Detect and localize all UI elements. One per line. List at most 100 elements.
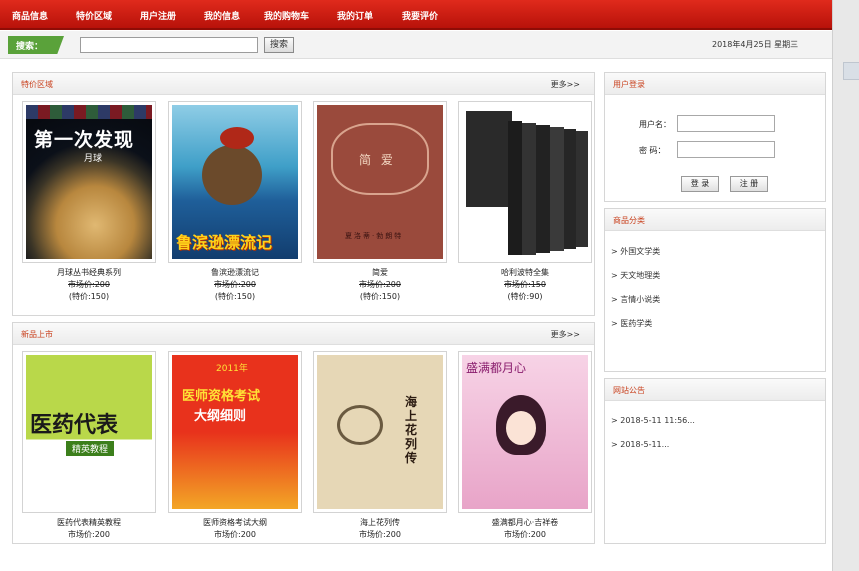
book-cover-frame[interactable] xyxy=(458,101,592,263)
category-panel: 商品分类 > 外国文学类 > 天文地理类 > 言情小说类 > 医药学类 xyxy=(604,208,826,372)
book-original-price: 市场价:200 xyxy=(68,280,110,289)
panel-title: 网站公告 xyxy=(613,386,645,395)
book-cover-frame[interactable]: 海上花列传 xyxy=(313,351,447,513)
search-label: 搜索： xyxy=(8,36,64,54)
panel-title: 用户登录 xyxy=(613,80,645,89)
book-name[interactable]: 鲁滨逊漂流记 xyxy=(168,267,302,278)
login-panel: 用户登录 用户名： 密 码： 登 录 注 册 xyxy=(604,72,826,202)
book-price: 市场价:200 xyxy=(68,530,110,539)
book-name[interactable]: 海上花列传 xyxy=(313,517,447,528)
panel-header: 网站公告 xyxy=(605,379,825,401)
category-item[interactable]: > 天文地理类 xyxy=(611,270,660,281)
book-special-price: (特价:90) xyxy=(507,292,543,301)
new-arrivals-panel: 新品上市 更多>> 医药代表 精英教程 医药代表精英教程 市场价:200 201… xyxy=(12,322,595,544)
book-special-price: (特价:150) xyxy=(68,292,110,301)
cover-subtitle: 精英教程 xyxy=(66,441,115,456)
cover-title: 鲁滨逊漂流记 xyxy=(176,233,273,252)
panel-header: 商品分类 xyxy=(605,209,825,231)
cover-author: 夏洛蒂·勃朗特 xyxy=(345,232,404,240)
book-cover-frame[interactable]: 盛满都月心 xyxy=(458,351,592,513)
more-link[interactable]: 更多>> xyxy=(551,79,580,90)
cover-volume xyxy=(576,131,588,247)
window-edge xyxy=(832,0,859,571)
book-price: 市场价:200 xyxy=(359,530,401,539)
book-name[interactable]: 月球丛书经典系列 xyxy=(22,267,156,278)
username-field[interactable] xyxy=(677,115,775,132)
book-cover-image[interactable]: 简 爱 夏洛蒂·勃朗特 xyxy=(317,105,443,259)
nav-item-review[interactable]: 我要评价 xyxy=(402,9,438,22)
book-cover-image[interactable]: 第一次发现 月球 xyxy=(26,105,152,259)
book-name[interactable]: 医师资格考试大纲 xyxy=(168,517,302,528)
panel-header: 新品上市 更多>> xyxy=(13,323,594,345)
nav-item-orders[interactable]: 我的订单 xyxy=(337,9,373,22)
cover-year: 2011年 xyxy=(216,364,248,374)
book-price: 市场价:200 xyxy=(504,530,546,539)
notice-panel: 网站公告 > 2018-5-11 11:56... > 2018-5-11... xyxy=(604,378,826,544)
book-original-price: 市场价:200 xyxy=(214,280,256,289)
current-date: 2018年4月25日 星期三 xyxy=(712,40,799,49)
cover-face xyxy=(506,411,536,445)
panel-title: 新品上市 xyxy=(21,330,53,339)
search-bar: 搜索： 搜索 2018年4月25日 星期三 xyxy=(0,31,832,59)
password-label: 密 码： xyxy=(639,146,666,155)
password-field[interactable] xyxy=(677,141,775,158)
panel-title: 商品分类 xyxy=(613,216,645,225)
cover-title: 第一次发现 xyxy=(34,129,135,151)
category-item[interactable]: > 外国文学类 xyxy=(611,246,660,257)
cover-volume xyxy=(536,125,550,253)
book-cover-frame[interactable]: 第一次发现 月球 xyxy=(22,101,156,263)
cover-title: 海上花列传 xyxy=(405,395,418,465)
login-button[interactable]: 登 录 xyxy=(681,176,719,192)
edge-tab xyxy=(843,62,859,80)
book-cover-image[interactable] xyxy=(462,105,588,259)
special-offers-panel: 特价区域 更多>> 第一次发现 月球 月球丛书经典系列 市场价:200 (特价:… xyxy=(12,72,595,316)
search-input[interactable] xyxy=(80,37,258,53)
book-cover-image[interactable]: 海上花列传 xyxy=(317,355,443,509)
book-name[interactable]: 医药代表精英教程 xyxy=(22,517,156,528)
book-cover-image[interactable]: 盛满都月心 xyxy=(462,355,588,509)
cover-title: 简 爱 xyxy=(359,153,396,167)
cover-character xyxy=(202,145,262,205)
notice-item[interactable]: > 2018-5-11... xyxy=(611,440,669,449)
cover-title: 医药代表 xyxy=(30,412,119,438)
more-link[interactable]: 更多>> xyxy=(551,329,580,340)
nav-item-specials[interactable]: 特价区域 xyxy=(76,9,112,22)
search-button[interactable]: 搜索 xyxy=(264,37,294,53)
book-special-price: (特价:150) xyxy=(214,292,256,301)
panel-header: 特价区域 更多>> xyxy=(13,73,594,95)
category-item[interactable]: > 言情小说类 xyxy=(611,294,660,305)
cover-box xyxy=(466,111,512,207)
main-navbar: 商品信息 特价区域 用户注册 我的信息 我的购物车 我的订单 我要评价 xyxy=(0,0,832,30)
nav-item-products[interactable]: 商品信息 xyxy=(12,9,48,22)
panel-header: 用户登录 xyxy=(605,73,825,95)
nav-item-register[interactable]: 用户注册 xyxy=(140,9,176,22)
book-name[interactable]: 哈利波特全集 xyxy=(458,267,592,278)
book-original-price: 市场价:150 xyxy=(504,280,546,289)
notice-item[interactable]: > 2018-5-11 11:56... xyxy=(611,416,695,425)
nav-item-cart[interactable]: 我的购物车 xyxy=(264,9,309,22)
cover-volume xyxy=(508,121,522,255)
cover-subtitle: 月球 xyxy=(84,154,103,164)
cover-bird xyxy=(220,127,254,149)
book-name[interactable]: 简爱 xyxy=(313,267,447,278)
panel-title: 特价区域 xyxy=(21,80,53,89)
book-name[interactable]: 盛满都月心·吉祥卷 xyxy=(458,517,592,528)
cover-volume xyxy=(550,127,564,251)
book-cover-image[interactable]: 2011年 医师资格考试 大纲细则 xyxy=(172,355,298,509)
register-button[interactable]: 注 册 xyxy=(730,176,768,192)
cover-subtitle: 大纲细则 xyxy=(194,409,247,424)
book-cover-frame[interactable]: 2011年 医师资格考试 大纲细则 xyxy=(168,351,302,513)
book-cover-frame[interactable]: 鲁滨逊漂流记 xyxy=(168,101,302,263)
book-cover-frame[interactable]: 医药代表 精英教程 xyxy=(22,351,156,513)
book-cover-frame[interactable]: 简 爱 夏洛蒂·勃朗特 xyxy=(313,101,447,263)
username-label: 用户名： xyxy=(639,120,671,129)
category-item[interactable]: > 医药学类 xyxy=(611,318,652,329)
book-original-price: 市场价:200 xyxy=(359,280,401,289)
book-cover-image[interactable]: 医药代表 精英教程 xyxy=(26,355,152,509)
cover-title: 医师资格考试 xyxy=(182,389,261,404)
cover-planet-strip xyxy=(26,105,152,119)
book-special-price: (特价:150) xyxy=(359,292,401,301)
nav-item-my-info[interactable]: 我的信息 xyxy=(204,9,240,22)
cover-title: 盛满都月心 xyxy=(466,361,527,375)
book-cover-image[interactable]: 鲁滨逊漂流记 xyxy=(172,105,298,259)
